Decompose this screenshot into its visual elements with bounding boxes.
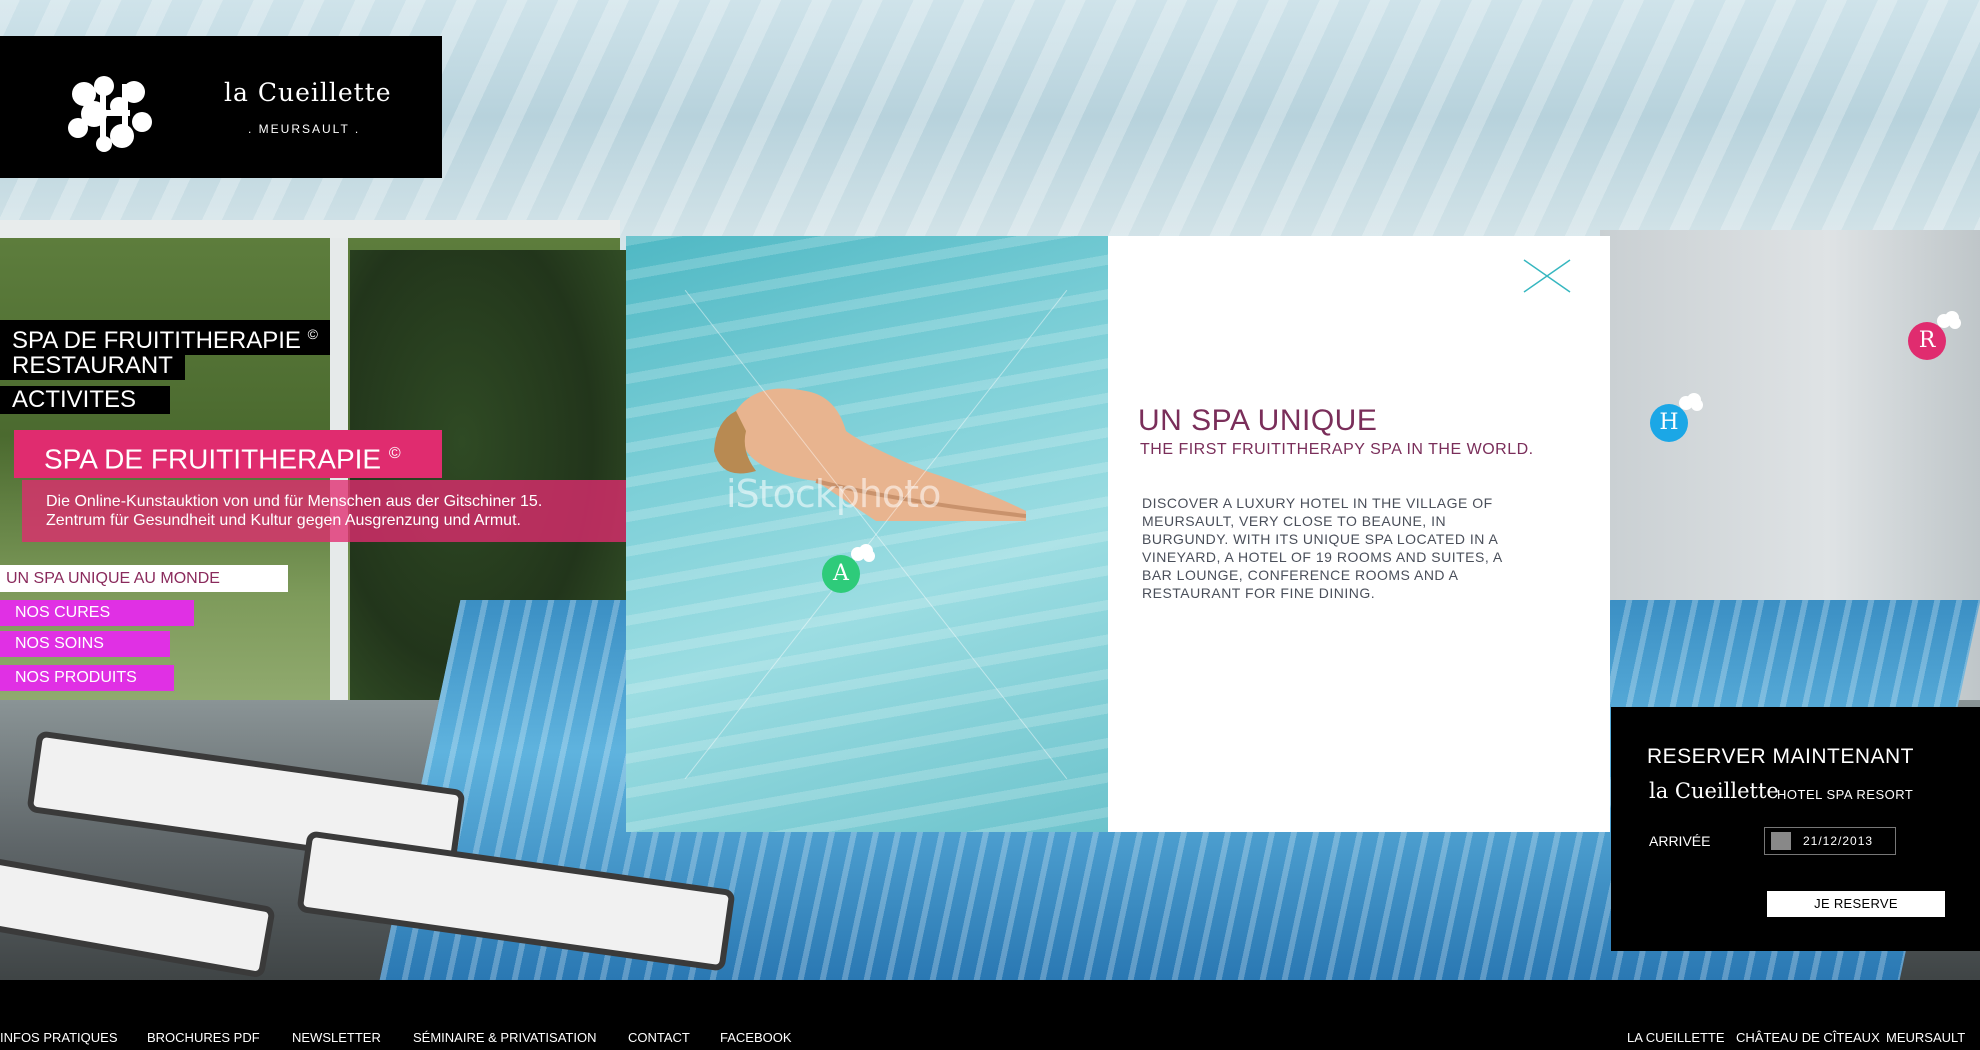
close-icon[interactable] bbox=[1522, 256, 1572, 296]
body-line: RESTAURANT FOR FINE DINING. bbox=[1142, 585, 1376, 601]
spa-photo: iStockphoto bbox=[626, 236, 1108, 832]
modal-subtitle: THE FIRST FRUITITHERAPY SPA IN THE WORLD… bbox=[1140, 441, 1534, 458]
footer-link-chateau[interactable]: CHÂTEAU DE CÎTEAUX bbox=[1736, 1030, 1880, 1045]
body-line: BURGUNDY. WITH ITS UNIQUE SPA LOCATED IN… bbox=[1142, 531, 1499, 547]
menu-activites-label: ACTIVITES bbox=[12, 386, 137, 413]
booking-panel: RESERVER MAINTENANT la Cueillette HOTEL … bbox=[1611, 707, 1980, 951]
body-line: BAR LOUNGE, CONFERENCE ROOMS AND A bbox=[1142, 567, 1459, 583]
copyright-mark: © bbox=[388, 445, 401, 462]
booking-brand: la Cueillette bbox=[1649, 779, 1779, 803]
logo-name: la Cueillette bbox=[224, 78, 392, 107]
footer-link-infos[interactable]: INFOS PRATIQUES bbox=[0, 1030, 118, 1045]
body-line: VINEYARD, A HOTEL OF 19 ROOMS AND SUITES… bbox=[1142, 549, 1503, 565]
photo-watermark: iStockphoto bbox=[726, 472, 941, 516]
modal-title: UN SPA UNIQUE bbox=[1138, 404, 1378, 437]
arrival-label: ARRIVÉE bbox=[1649, 833, 1711, 849]
menu-restaurant-label: RESTAURANT bbox=[12, 352, 173, 379]
bubble-r[interactable]: R bbox=[1908, 311, 1961, 360]
bubble-h[interactable]: H bbox=[1650, 393, 1703, 442]
bubble-a[interactable]: A bbox=[822, 544, 875, 593]
logo-leaf-icon bbox=[68, 76, 152, 152]
feature-title: SPA DE FRUITITHERAPIE © bbox=[14, 430, 442, 478]
copyright-mark: © bbox=[307, 326, 318, 342]
body-line: DISCOVER A LUXURY HOTEL IN THE VILLAGE O… bbox=[1142, 495, 1493, 511]
footer-link-la-cueillette[interactable]: LA CUEILLETTE bbox=[1627, 1030, 1725, 1045]
submenu-nos-soins[interactable]: NOS SOINS bbox=[0, 631, 170, 657]
logo-city: . MEURSAULT . bbox=[248, 122, 361, 136]
feature-desc-line: Zentrum für Gesundheit und Kultur gegen … bbox=[46, 512, 521, 529]
spa-modal: iStockphoto UN SPA UNIQUE THE FIRST FRUI… bbox=[626, 236, 1610, 832]
feature-desc-line: Die Online-Kunstauktion von und für Mens… bbox=[46, 493, 543, 510]
submenu-nos-produits[interactable]: NOS PRODUITS bbox=[0, 665, 174, 691]
feature-description: Die Online-Kunstauktion von und für Mens… bbox=[22, 480, 626, 542]
cloud-icon bbox=[1937, 311, 1961, 329]
footer-link-contact[interactable]: CONTACT bbox=[628, 1030, 690, 1045]
footer-link-seminaire[interactable]: SÉMINAIRE & PRIVATISATION bbox=[413, 1030, 596, 1045]
booking-title: RESERVER MAINTENANT bbox=[1647, 745, 1914, 768]
cloud-icon bbox=[851, 544, 875, 562]
bubble-letter: A bbox=[833, 561, 849, 586]
bubble-letter: H bbox=[1659, 410, 1679, 435]
arrival-date-value: 21/12/2013 bbox=[1803, 834, 1874, 848]
calendar-icon[interactable] bbox=[1771, 832, 1791, 850]
submenu-spa-unique[interactable]: UN SPA UNIQUE AU MONDE bbox=[0, 565, 288, 592]
body-line: MEURSAULT, VERY CLOSE TO BEAUNE, IN bbox=[1142, 513, 1447, 529]
booking-brand-sub: HOTEL SPA RESORT bbox=[1777, 787, 1914, 802]
logo-block[interactable]: la Cueillette . MEURSAULT . bbox=[0, 36, 442, 178]
footer-link-meursault[interactable]: MEURSAULT bbox=[1886, 1030, 1965, 1045]
footer-link-facebook[interactable]: FACEBOOK bbox=[720, 1030, 792, 1045]
cloud-icon bbox=[1679, 393, 1703, 411]
arrival-date-field[interactable]: 21/12/2013 bbox=[1764, 827, 1896, 855]
footer-link-brochures[interactable]: BROCHURES PDF bbox=[147, 1030, 260, 1045]
modal-body: DISCOVER A LUXURY HOTEL IN THE VILLAGE O… bbox=[1142, 494, 1532, 602]
menu-spa[interactable]: SPA DE FRUITITHERAPIE © bbox=[0, 320, 330, 355]
bubble-letter: R bbox=[1918, 328, 1936, 353]
menu-activites[interactable]: ACTIVITES bbox=[0, 386, 170, 414]
submenu-nos-cures[interactable]: NOS CURES bbox=[0, 600, 194, 626]
footer-link-newsletter[interactable]: NEWSLETTER bbox=[292, 1030, 381, 1045]
reserve-button[interactable]: JE RESERVE bbox=[1767, 891, 1945, 917]
menu-spa-label: SPA DE FRUITITHERAPIE bbox=[12, 327, 301, 354]
feature-title-text: SPA DE FRUITITHERAPIE bbox=[44, 443, 382, 475]
menu-restaurant[interactable]: RESTAURANT bbox=[0, 352, 185, 380]
footer: INFOS PRATIQUES BROCHURES PDF NEWSLETTER… bbox=[0, 980, 1980, 1050]
